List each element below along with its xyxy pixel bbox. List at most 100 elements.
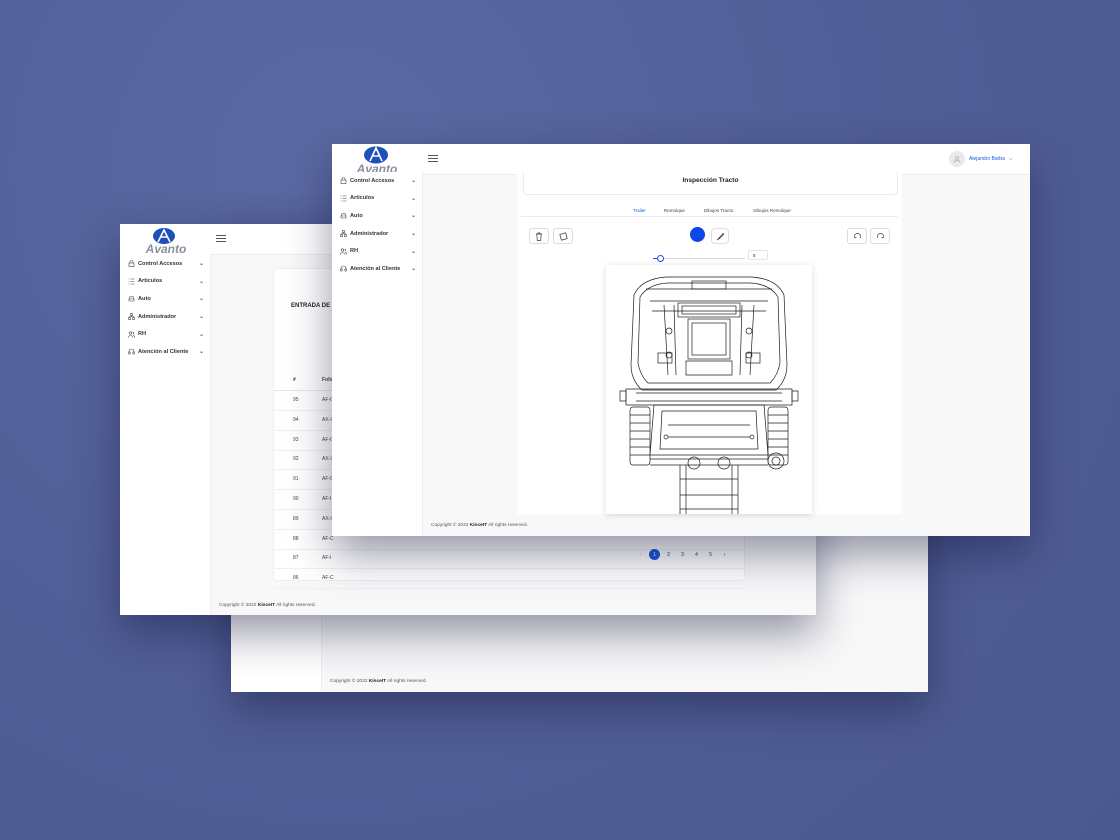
pagination-next[interactable]: ›	[719, 549, 730, 560]
inspection-header-card: Inspección Tracto	[523, 172, 898, 195]
headset-icon	[339, 265, 347, 273]
inspection-footer: Copyright © 2022 KinceIT All rights rese…	[431, 523, 528, 528]
sidebar-item-articulos[interactable]: Articulos ⌄	[120, 273, 210, 291]
sidebar-item-administrador[interactable]: Administrador ⌄	[332, 225, 422, 243]
row-number: 95	[293, 397, 299, 403]
chevron-down-icon: ⌄	[198, 278, 204, 285]
sidebar-item-administrador[interactable]: Administrador ⌄	[120, 308, 210, 326]
pagination-page-3[interactable]: 3	[677, 549, 688, 560]
chevron-down-icon: ⌄	[410, 248, 416, 255]
list-sidebar: Control Accesos ⌄ Articulos ⌄ Auto ⌄ Administr…	[120, 254, 211, 615]
sidebar-item-label: RH	[138, 331, 147, 338]
users-icon	[339, 247, 347, 255]
page-title: Inspección Tracto	[682, 177, 739, 184]
sidebar-item-label: Administrador	[350, 230, 389, 237]
row-folio: AF-C	[322, 535, 334, 542]
row-number: 93	[293, 436, 299, 443]
chevron-down-icon: ⌄	[198, 314, 204, 321]
brush-button[interactable]	[711, 228, 729, 244]
trash-icon	[536, 232, 542, 241]
sidebar-item-atenci-n-al-cliente[interactable]: Atención al Cliente ⌄	[332, 260, 422, 278]
delete-button[interactable]	[529, 228, 549, 244]
sidebar-item-rh[interactable]: RH ⌄	[332, 242, 422, 260]
table-row[interactable]: 86 AF-C	[274, 568, 744, 590]
hamburger-menu-icon[interactable]	[216, 235, 226, 243]
chevron-down-icon: ⌄	[198, 296, 204, 303]
row-number: 87	[293, 555, 299, 562]
drawing-canvas[interactable]	[606, 265, 812, 514]
hamburger-menu-icon[interactable]	[428, 155, 438, 163]
sidebar-item-auto[interactable]: Auto ⌄	[332, 207, 422, 225]
tab-remolque[interactable]: Remolque	[655, 204, 694, 216]
car-icon	[127, 295, 135, 303]
sidebar-item-label: Control Accesos	[350, 177, 395, 184]
list-icon	[339, 194, 347, 202]
redo-button[interactable]	[870, 228, 890, 244]
sidebar-nav: Control Accesos ⌄ Articulos ⌄ Auto ⌄ Administr…	[120, 254, 210, 361]
tab-dibujos-tracto[interactable]: Dibujos Tracto	[694, 204, 743, 216]
sidebar-item-control-accesos[interactable]: Control Accesos ⌄	[120, 255, 210, 273]
list-title: ENTRADA DE V	[291, 303, 336, 309]
sidebar-nav: Control Accesos ⌄ Articulos ⌄ Auto ⌄ Administr…	[332, 172, 422, 278]
undo-icon	[853, 233, 861, 239]
tab-dibujos-remolque[interactable]: Dibujos Remolque	[743, 204, 801, 216]
row-number: 89	[293, 515, 299, 522]
pagination-page-5[interactable]: 5	[705, 549, 716, 560]
slider-track	[653, 257, 745, 259]
sidebar-item-label: Control Accesos	[138, 260, 183, 267]
avatar	[949, 151, 965, 167]
chevron-down-icon: ⌄	[410, 195, 416, 202]
redo-icon	[876, 233, 884, 239]
brand-logo: Avanto	[341, 145, 413, 176]
lock-icon	[127, 260, 135, 268]
chevron-down-icon: ⌄	[198, 261, 204, 268]
sidebar-item-auto[interactable]: Auto ⌄	[120, 290, 210, 308]
row-folio: AF-I	[322, 555, 332, 562]
truck-chassis-diagram	[619, 276, 799, 514]
sidebar-item-label: Articulos	[350, 195, 375, 202]
row-number: 90	[293, 496, 299, 502]
row-number: 94	[293, 416, 299, 423]
pagination-page-2[interactable]: 2	[663, 549, 674, 560]
row-folio: AX-I	[322, 515, 332, 522]
color-picker[interactable]	[690, 227, 705, 242]
chevron-down-icon: ⌵	[1008, 156, 1013, 162]
sidebar-item-rh[interactable]: RH ⌄	[120, 325, 210, 343]
eraser-icon	[558, 231, 568, 241]
inspection-window: Avanto Alejandro Barba ⌵ Control Accesos…	[332, 144, 1030, 536]
pagination-page-4[interactable]: 4	[691, 549, 702, 560]
sidebar-item-label: Administrador	[138, 313, 177, 320]
chevron-down-icon: ⌄	[410, 213, 416, 220]
row-number: 86	[293, 575, 299, 582]
chevron-down-icon: ⌄	[198, 349, 204, 356]
chevron-down-icon: ⌄	[410, 266, 416, 273]
network-icon	[339, 230, 347, 238]
sidebar-item-control-accesos[interactable]: Control Accesos ⌄	[332, 172, 422, 190]
sidebar-item-articulos[interactable]: Articulos ⌄	[332, 190, 422, 208]
network-icon	[127, 313, 135, 321]
list-footer: Copyright © 2022 KinceIT All rights rese…	[219, 603, 316, 608]
slider-thumb[interactable]	[657, 255, 664, 262]
sidebar-item-atenci-n-al-cliente[interactable]: Atención al Cliente ⌄	[120, 343, 210, 361]
stroke-size-slider[interactable]	[653, 254, 745, 262]
pagination-prev[interactable]: ‹	[635, 549, 646, 560]
stroke-size-input[interactable]: 5	[748, 250, 768, 260]
car-icon	[339, 212, 347, 220]
eraser-button[interactable]	[553, 228, 573, 244]
inspection-content: Inspección Tracto Trailer Remolque Dibuj…	[517, 172, 902, 514]
sidebar-item-label: Auto	[138, 295, 151, 302]
chevron-down-icon: ⌄	[410, 178, 416, 185]
brand-logo: Avanto	[130, 227, 202, 256]
back-footer: Copyright © 2022 KinceIT All rights rese…	[330, 679, 427, 684]
sidebar-item-label: Atención al Cliente	[138, 348, 189, 355]
undo-button[interactable]	[847, 228, 867, 244]
sidebar-item-label: Atención al Cliente	[350, 265, 401, 272]
sidebar-item-label: Articulos	[138, 278, 163, 285]
list-icon	[127, 277, 135, 285]
user-menu[interactable]: Alejandro Barba ⌵	[949, 151, 1013, 167]
tabs-divider	[521, 216, 898, 217]
user-name: Alejandro Barba	[969, 156, 1005, 162]
pagination-page-1[interactable]: 1	[649, 549, 660, 560]
chevron-down-icon: ⌄	[410, 231, 416, 238]
row-number: 92	[293, 456, 299, 463]
